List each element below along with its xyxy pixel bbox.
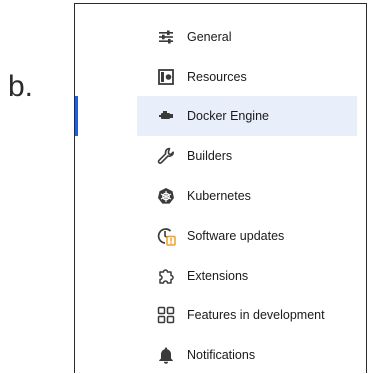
bell-icon	[155, 344, 177, 366]
sidebar-item-label: Features in development	[187, 308, 325, 322]
step-label: b.	[8, 70, 34, 103]
puzzle-icon	[155, 265, 177, 287]
update-clock-icon	[155, 225, 177, 247]
sidebar-item-resources[interactable]: Resources	[137, 57, 357, 97]
resources-icon	[155, 66, 177, 88]
sliders-icon	[155, 26, 177, 48]
docker-engine-icon	[155, 105, 177, 127]
sidebar-item-extensions[interactable]: Extensions	[137, 256, 357, 296]
sidebar-item-label: Docker Engine	[187, 109, 269, 123]
sidebar-item-label: Kubernetes	[187, 189, 251, 203]
kubernetes-icon	[155, 185, 177, 207]
settings-sidebar: General Resources Docker Engine Builders…	[74, 3, 367, 373]
sidebar-item-software-updates[interactable]: Software updates	[137, 216, 357, 256]
screenshot-stage: b. General Resources Docker Engine Build…	[0, 0, 372, 374]
sidebar-item-label: General	[187, 30, 232, 44]
sidebar-item-label: Builders	[187, 149, 233, 163]
sidebar-item-features-in-development[interactable]: Features in development	[137, 295, 357, 335]
sidebar-item-notifications[interactable]: Notifications	[137, 335, 357, 374]
grid-icon	[155, 304, 177, 326]
sidebar-item-kubernetes[interactable]: Kubernetes	[137, 176, 357, 216]
sidebar-item-label: Notifications	[187, 348, 256, 362]
sidebar-item-builders[interactable]: Builders	[137, 136, 357, 176]
sidebar-item-label: Extensions	[187, 269, 249, 283]
sidebar-item-label: Software updates	[187, 229, 285, 243]
sidebar-item-general[interactable]: General	[137, 17, 357, 57]
sidebar-item-docker-engine[interactable]: Docker Engine	[75, 96, 357, 136]
wrench-icon	[155, 145, 177, 167]
sidebar-item-label: Resources	[187, 70, 247, 84]
active-indicator	[75, 96, 78, 136]
